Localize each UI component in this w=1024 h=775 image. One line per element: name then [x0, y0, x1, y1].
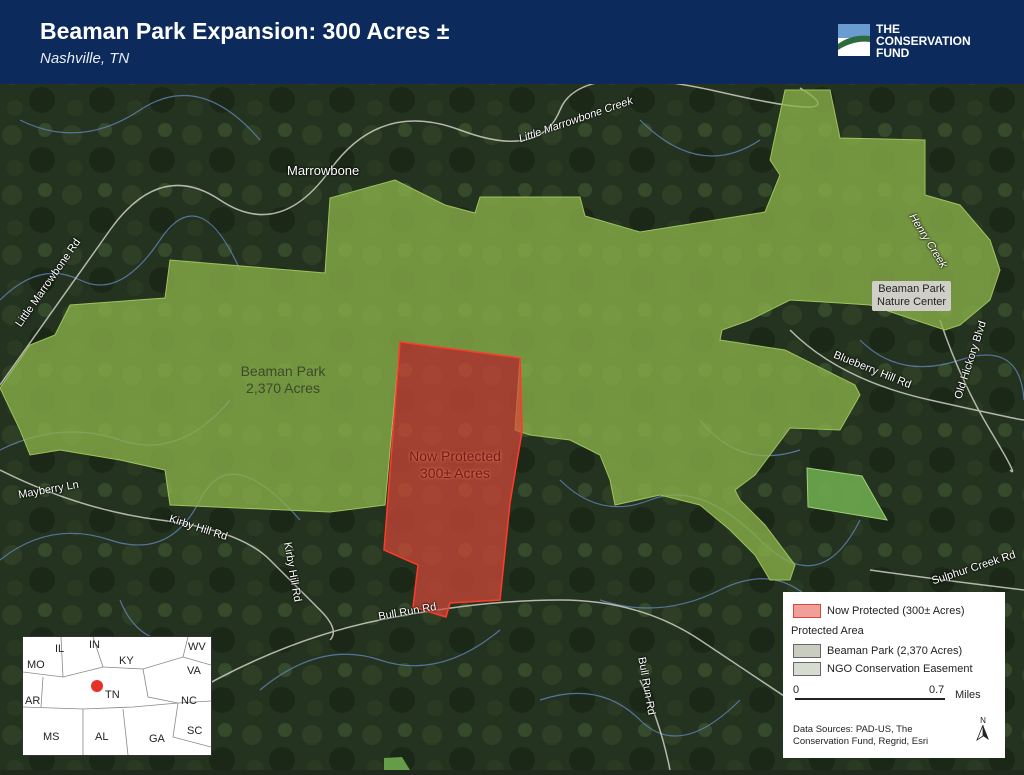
legend-row-ngo-easement: NGO Conservation Easement	[793, 662, 973, 676]
logo-text: THE CONSERVATION FUND	[876, 23, 971, 59]
beaman-park-name: Beaman Park	[240, 363, 326, 379]
state-ms: MS	[43, 731, 60, 743]
location-marker-icon	[91, 680, 103, 692]
state-in: IN	[89, 639, 100, 651]
state-ga: GA	[149, 733, 165, 745]
north-arrow: N	[975, 716, 991, 744]
header-bar: Beaman Park Expansion: 300 Acres ± Nashv…	[0, 0, 1024, 84]
legend-row-now-protected: Now Protected (300± Acres)	[793, 604, 964, 618]
north-arrow-icon	[976, 724, 989, 742]
now-protected-label: Now Protected 300± Acres	[400, 448, 510, 482]
state-wv: WV	[188, 641, 206, 653]
legend-now-protected-label: Now Protected (300± Acres)	[827, 605, 965, 617]
now-protected-swatch	[793, 604, 821, 618]
north-label: N	[980, 716, 986, 725]
map-legend: Now Protected (300± Acres) Protected Are…	[783, 592, 1005, 758]
scale-bar: 0 0.7 Miles	[793, 684, 995, 704]
legend-group-title: Protected Area	[791, 625, 864, 637]
nature-center-line: Nature Center	[877, 296, 947, 308]
scale-start-label: 0	[793, 684, 800, 696]
map-title: Beaman Park Expansion: 300 Acres ±	[40, 18, 450, 44]
scale-end-label: 0.7	[929, 684, 945, 696]
locator-inset-map: IL IN KY WV MO VA AR TN NC MS AL GA SC	[22, 636, 212, 756]
state-ky: KY	[119, 655, 134, 667]
beaman-park-label: Beaman Park 2,370 Acres	[228, 363, 338, 397]
now-protected-name: Now Protected	[409, 448, 501, 464]
legend-beaman-park-label: Beaman Park (2,370 Acres)	[827, 645, 963, 657]
logo-line: FUND	[876, 46, 910, 60]
state-sc: SC	[187, 725, 203, 737]
state-al: AL	[95, 731, 109, 743]
now-protected-acres: 300± Acres	[420, 465, 490, 481]
beaman-park-acres: 2,370 Acres	[246, 380, 320, 396]
state-ar: AR	[25, 695, 41, 707]
scale-unit-label: Miles	[955, 689, 981, 701]
conservation-fund-logo-icon	[838, 24, 870, 56]
state-il: IL	[55, 643, 65, 655]
beaman-park-swatch	[793, 644, 821, 658]
legend-row-beaman-park: Beaman Park (2,370 Acres)	[793, 644, 962, 658]
ngo-easement-swatch	[793, 662, 821, 676]
nature-center-line: Beaman Park	[878, 283, 945, 295]
map-subtitle: Nashville, TN	[40, 50, 130, 67]
state-nc: NC	[181, 695, 197, 707]
data-sources: Data Sources: PAD-US, The Conservation F…	[793, 724, 929, 747]
state-va: VA	[187, 665, 201, 677]
scale-line	[795, 698, 945, 700]
nature-center-label: Beaman Park Nature Center	[872, 281, 952, 311]
legend-protected-area-title: Protected Area	[791, 625, 864, 637]
label-marrowbone: Marrowbone	[287, 163, 360, 178]
legend-ngo-easement-label: NGO Conservation Easement	[827, 663, 973, 675]
state-mo: MO	[27, 659, 45, 671]
state-tn: TN	[105, 689, 120, 701]
